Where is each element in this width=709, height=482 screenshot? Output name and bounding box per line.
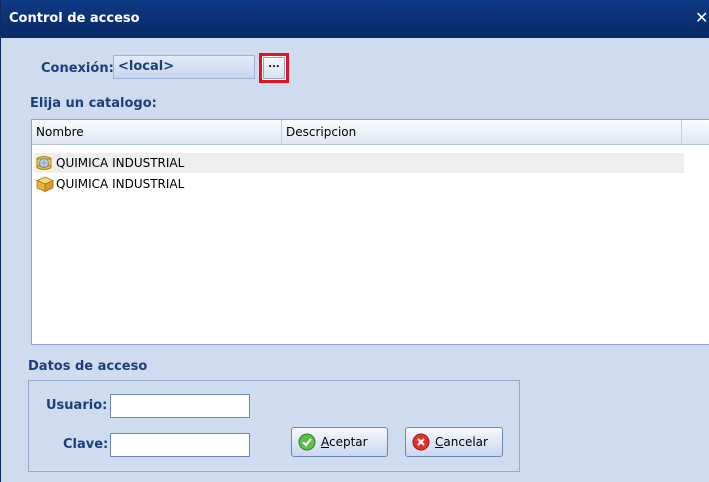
catalog-label: Elija un catalogo: bbox=[30, 96, 157, 111]
cancel-circle-icon bbox=[412, 433, 430, 451]
password-label: Clave: bbox=[63, 437, 109, 452]
database-box-icon bbox=[36, 176, 54, 192]
catalog-name: QUIMICA INDUSTRIAL bbox=[56, 156, 185, 170]
user-input[interactable] bbox=[110, 394, 250, 418]
list-item[interactable]: QUIMICA INDUSTRIAL bbox=[34, 153, 684, 173]
accept-label: Aceptar bbox=[321, 435, 368, 449]
catalog-name: QUIMICA INDUSTRIAL bbox=[56, 177, 185, 191]
window-title: Control de acceso bbox=[9, 11, 140, 26]
login-dialog: Control de acceso ✕ Conexión: <local> ..… bbox=[0, 0, 709, 482]
title-bar[interactable]: Control de acceso ✕ bbox=[1, 0, 709, 38]
cancel-button[interactable]: Cancelar bbox=[405, 427, 503, 457]
accept-button[interactable]: Aceptar bbox=[291, 427, 388, 457]
catalog-list[interactable]: Nombre Descripcion QUIMICA INDUSTRIAL QU… bbox=[31, 119, 709, 345]
user-label: Usuario: bbox=[46, 398, 108, 413]
database-globe-icon bbox=[36, 156, 52, 170]
access-groupbox bbox=[28, 380, 520, 472]
check-circle-icon bbox=[298, 433, 316, 451]
column-header-filler bbox=[682, 120, 709, 144]
close-icon[interactable]: ✕ bbox=[695, 8, 708, 27]
connection-field[interactable]: <local> bbox=[113, 55, 255, 79]
column-header-descripcion[interactable]: Descripcion bbox=[282, 120, 682, 144]
list-header: Nombre Descripcion bbox=[32, 120, 709, 145]
ellipsis-label: ... bbox=[263, 57, 285, 79]
list-item[interactable]: QUIMICA INDUSTRIAL bbox=[34, 174, 684, 194]
cancel-label: Cancelar bbox=[435, 435, 488, 449]
browse-connection-button[interactable]: ... bbox=[259, 53, 289, 83]
password-input[interactable] bbox=[110, 433, 250, 457]
column-header-nombre[interactable]: Nombre bbox=[32, 120, 282, 144]
access-section-label: Datos de acceso bbox=[28, 359, 148, 374]
connection-label: Conexión: bbox=[41, 61, 114, 76]
